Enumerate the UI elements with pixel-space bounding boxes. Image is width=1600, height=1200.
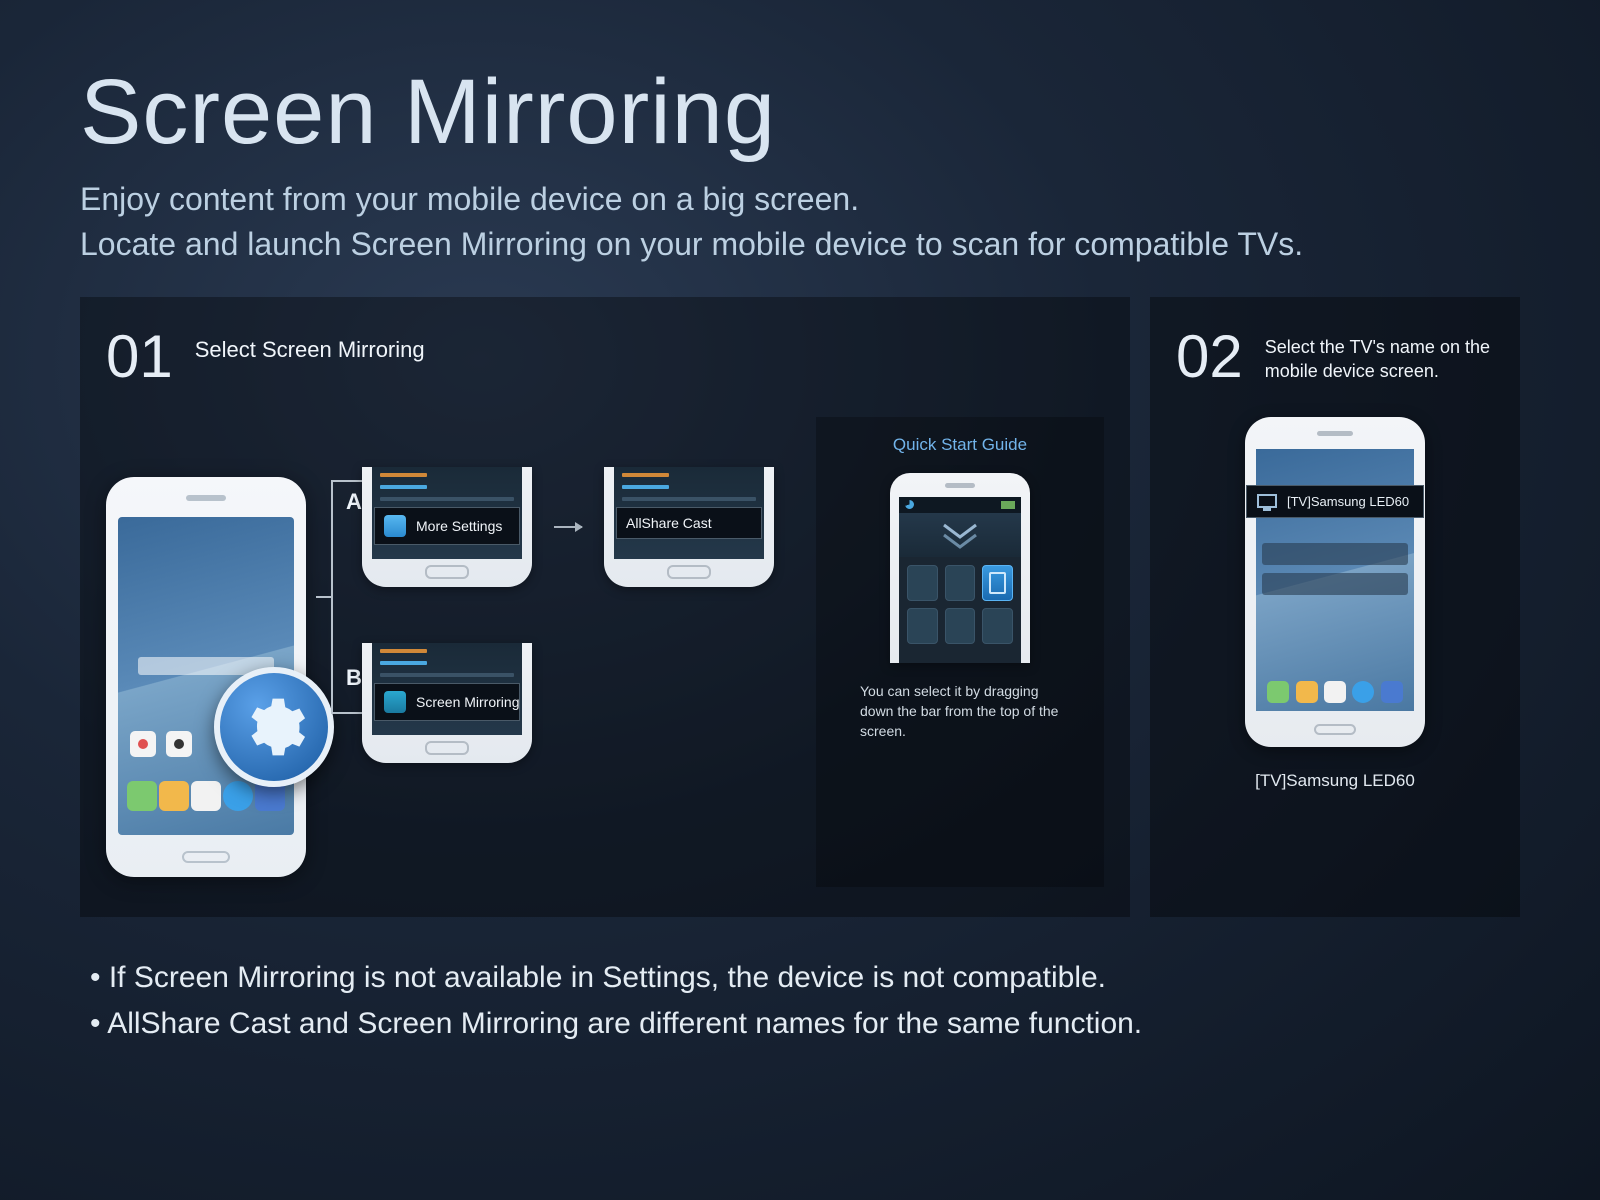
- app-icon: [1267, 681, 1289, 703]
- step-01-number: 01: [106, 327, 173, 387]
- step-02-header: 02 Select the TV's name on the mobile de…: [1176, 327, 1494, 387]
- mirroring-tile-icon: [384, 691, 406, 713]
- page-title: Screen Mirroring: [80, 60, 1520, 165]
- phone-illustration: [106, 477, 306, 877]
- record-icon: [130, 731, 156, 757]
- app-icon: [1324, 681, 1346, 703]
- step-02-panel: 02 Select the TV's name on the mobile de…: [1150, 297, 1520, 917]
- footer-note-2: AllShare Cast and Screen Mirroring are d…: [90, 1001, 1520, 1048]
- quick-tile-mirroring: [982, 565, 1013, 601]
- monitor-icon: [1257, 494, 1277, 508]
- step-02-title: Select the TV's name on the mobile devic…: [1265, 327, 1494, 384]
- step-01-header: 01 Select Screen Mirroring: [106, 327, 1104, 387]
- quick-start-phone: [890, 473, 1030, 663]
- quick-start-title: Quick Start Guide: [893, 435, 1027, 455]
- phone-allshare-cast: AllShare Cast: [604, 467, 774, 587]
- tv-caption: [TV]Samsung LED60: [1255, 771, 1415, 791]
- step-01-title: Select Screen Mirroring: [195, 327, 425, 365]
- app-icon: [127, 781, 157, 811]
- step-01-panel: 01 Select Screen Mirroring: [80, 297, 1130, 917]
- branch-diagram: A B More Settings: [316, 417, 806, 887]
- app-icon: [223, 781, 253, 811]
- phone-screen-mirroring: Screen Mirroring: [362, 643, 532, 763]
- quick-tile: [907, 608, 938, 644]
- app-icon: [1381, 681, 1403, 703]
- footer-notes: If Screen Mirroring is not available in …: [80, 955, 1520, 1048]
- allshare-cast-label: AllShare Cast: [626, 515, 712, 531]
- step-02-number: 02: [1176, 327, 1243, 387]
- battery-icon: [1001, 501, 1015, 509]
- app-icon: [159, 781, 189, 811]
- quick-tile: [982, 608, 1013, 644]
- quick-tile: [907, 565, 938, 601]
- subtitle-line-1: Enjoy content from your mobile device on…: [80, 177, 1520, 222]
- chevron-down-icon: [940, 521, 980, 549]
- settings-tile-icon: [384, 515, 406, 537]
- branch-a-label: A: [346, 489, 362, 515]
- header: Screen Mirroring Enjoy content from your…: [80, 60, 1520, 267]
- footer-note-1: If Screen Mirroring is not available in …: [90, 955, 1520, 1002]
- branch-b-label: B: [346, 665, 362, 691]
- screen-mirroring-label: Screen Mirroring: [416, 694, 519, 710]
- phone-select-tv: [TV]Samsung LED60: [1245, 417, 1425, 747]
- arrow-right-icon: [554, 526, 582, 528]
- panels-row: 01 Select Screen Mirroring: [80, 297, 1520, 917]
- subtitle-line-2: Locate and launch Screen Mirroring on yo…: [80, 222, 1520, 267]
- app-icon: [1296, 681, 1318, 703]
- quick-start-box: Quick Start Guide: [816, 417, 1104, 887]
- quick-tile: [945, 565, 976, 601]
- app-icon: [191, 781, 221, 811]
- quick-start-text: You can select it by dragging down the b…: [860, 681, 1060, 742]
- wifi-icon: [905, 500, 914, 509]
- tv-cast-label: [TV]Samsung LED60: [1287, 494, 1409, 509]
- more-settings-label: More Settings: [416, 518, 502, 534]
- tv-cast-row: [TV]Samsung LED60: [1246, 485, 1424, 518]
- camera-icon: [166, 731, 192, 757]
- app-icon: [1352, 681, 1374, 703]
- quick-tile: [945, 608, 976, 644]
- phone-more-settings: More Settings: [362, 467, 532, 587]
